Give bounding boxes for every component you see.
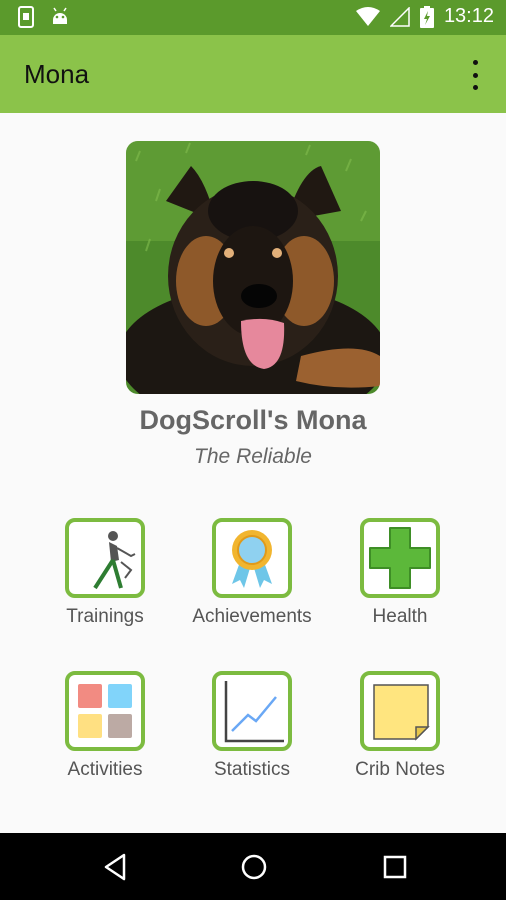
sim-notification-icon xyxy=(18,6,34,28)
android-icon xyxy=(53,7,67,24)
back-icon[interactable] xyxy=(102,853,128,881)
dog-name: DogScroll's Mona xyxy=(139,405,367,435)
health-icon xyxy=(369,527,431,589)
activities-icon xyxy=(78,684,132,738)
trainings-button[interactable]: Trainings xyxy=(32,518,182,628)
activities-button[interactable]: Activities xyxy=(32,671,182,781)
battery-icon xyxy=(419,5,434,28)
statistics-icon xyxy=(224,681,284,743)
achievements-icon xyxy=(232,530,272,588)
home-icon[interactable] xyxy=(240,853,268,881)
dog-title: The Reliable xyxy=(194,445,312,468)
health-label: Health xyxy=(372,606,428,627)
achievements-button[interactable]: Achievements xyxy=(179,518,329,628)
activities-label: Activities xyxy=(67,759,143,780)
achievements-label: Achievements xyxy=(192,606,312,627)
status-bar: 13:12 xyxy=(0,0,506,35)
overflow-menu-icon[interactable] xyxy=(464,60,486,90)
wifi-icon xyxy=(355,6,380,26)
cell-signal-icon xyxy=(389,6,410,27)
crib-notes-label: Crib Notes xyxy=(355,759,445,780)
crib-notes-icon xyxy=(373,684,430,741)
statistics-button[interactable]: Statistics xyxy=(179,671,329,781)
crib-notes-button[interactable]: Crib Notes xyxy=(327,671,477,781)
health-button[interactable]: Health xyxy=(327,518,477,628)
dog-photo[interactable] xyxy=(126,141,380,394)
app-bar: Mona xyxy=(0,35,506,113)
trainings-icon xyxy=(93,531,136,590)
status-time: 13:12 xyxy=(443,5,494,27)
trainings-label: Trainings xyxy=(66,606,144,627)
main-content: DogScroll's Mona The Reliable Trainings xyxy=(0,113,506,833)
recent-apps-icon[interactable] xyxy=(382,854,408,880)
navigation-bar xyxy=(0,833,506,900)
statistics-label: Statistics xyxy=(213,759,291,780)
app-title: Mona xyxy=(24,59,90,89)
